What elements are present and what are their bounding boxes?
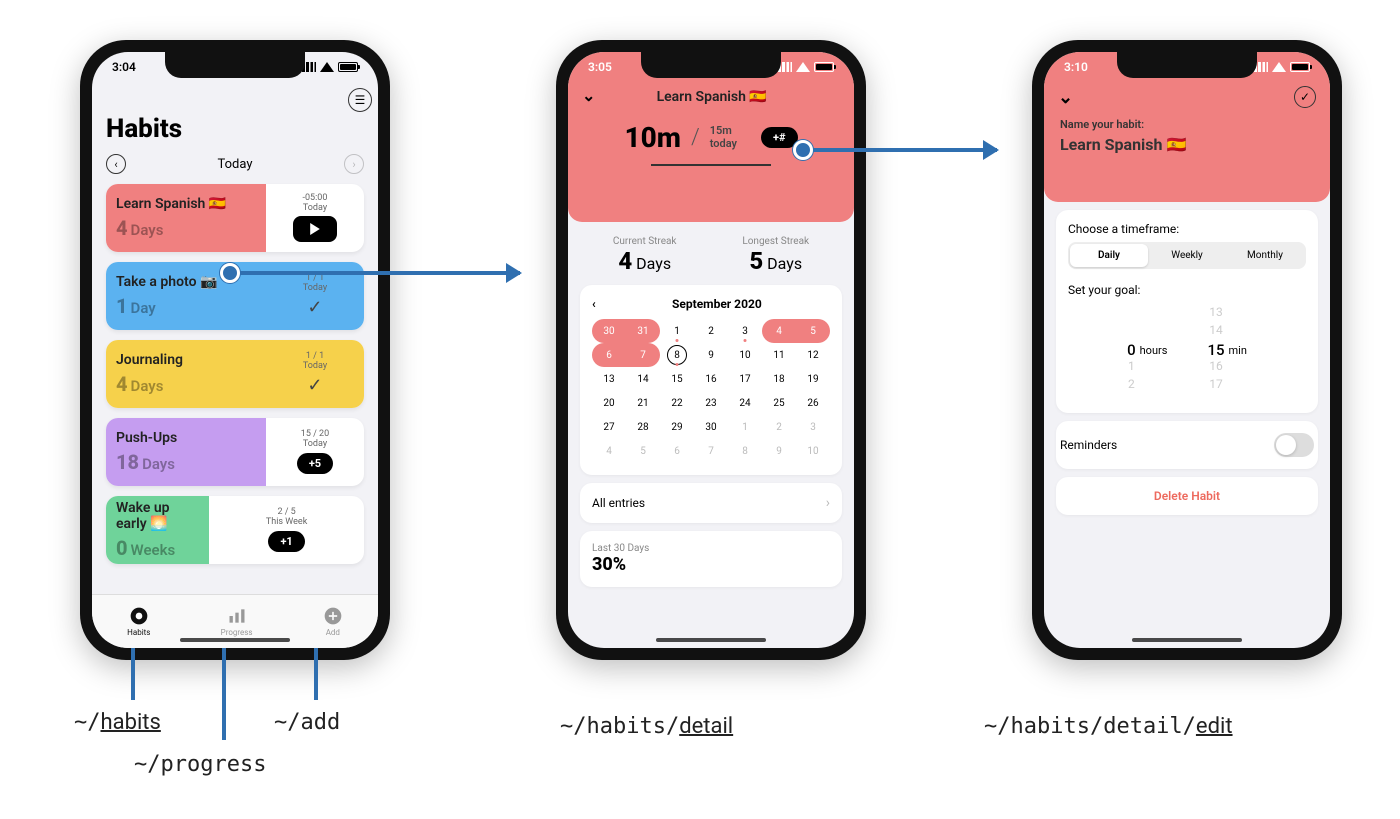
chevron-right-icon: › [826, 495, 830, 511]
phone-detail: 3:05 ⌄ Learn Spanish 🇪🇸 10m / 15mtoday +… [556, 40, 866, 660]
collapse-icon[interactable]: ⌄ [1058, 87, 1073, 108]
route-label: ~/habits/detail/edit [984, 714, 1233, 739]
goal-label: Set your goal: [1068, 283, 1306, 297]
annotation-tick [131, 640, 135, 700]
habit-card[interactable]: Push-Ups18Days 15 / 20Today+5 [106, 418, 364, 486]
route-label: ~/~/habitshabits [74, 710, 161, 735]
habit-card[interactable]: Journaling4Days 1 / 1Today✓ [106, 340, 364, 408]
last30-card: Last 30 Days 30% [580, 531, 842, 587]
phone-habits: 3:04 ☰ Habits ‹ Today › Learn Spanish 🇪🇸… [80, 40, 390, 660]
tab-habits[interactable]: Habits [127, 606, 150, 637]
battery-icon [1290, 62, 1310, 72]
annotation-tick [222, 640, 226, 740]
annotation-arrow [805, 148, 997, 152]
route-label: ~/habits/detail [560, 714, 733, 739]
cal-month: September 2020 [604, 297, 830, 311]
phone-edit: 3:10 ⌄ ✓ Name your habit: Learn Spanish … [1032, 40, 1342, 660]
annotation-tick [314, 640, 318, 700]
check-icon[interactable]: ✓ [307, 297, 322, 318]
habit-card[interactable]: Learn Spanish 🇪🇸 4Days -05:00Today [106, 184, 364, 252]
goal-wheel[interactable]: 012 hours 1314151617 min [1068, 305, 1306, 395]
cal-prev-button[interactable]: ‹ [592, 297, 596, 311]
battery-icon [814, 62, 834, 72]
route-label: ~/add [274, 710, 340, 735]
annotation-dot [220, 263, 240, 283]
reminders-row[interactable]: Reminders [1056, 421, 1318, 469]
tab-progress[interactable]: Progress [221, 606, 253, 637]
annotation-dot [793, 140, 813, 160]
calendar-card: ‹ September 2020 303112345678910111213141… [580, 285, 842, 475]
delete-habit-button[interactable]: Delete Habit [1056, 477, 1318, 515]
play-button[interactable] [293, 216, 337, 242]
home-indicator[interactable] [656, 638, 766, 642]
tab-add[interactable]: Add [323, 606, 343, 637]
calendar-grid[interactable]: 3031123456789101112131415161718192021222… [592, 319, 830, 463]
timeframe-card: Choose a timeframe: Daily Weekly Monthly… [1056, 210, 1318, 413]
next-day-button[interactable]: › [344, 154, 364, 174]
check-icon[interactable]: ✓ [307, 375, 322, 396]
date-label: Today [217, 157, 252, 172]
prev-day-button[interactable]: ‹ [106, 154, 126, 174]
reminders-toggle[interactable] [1274, 433, 1314, 457]
all-entries-button[interactable]: All entries › [580, 483, 842, 523]
status-time: 3:04 [112, 60, 136, 74]
habit-name: Learn Spanish 🇪🇸 [116, 196, 256, 212]
habit-card[interactable]: Wake up early 🌅0Weeks 2 / 5This Week+1 [106, 496, 364, 564]
name-label: Name your habit: [1044, 108, 1330, 135]
time-value: 10m [624, 121, 680, 154]
increment-button[interactable]: +1 [268, 531, 304, 552]
wifi-icon [320, 62, 334, 72]
status-time: 3:10 [1064, 60, 1088, 74]
settings-button[interactable]: ☰ [348, 88, 372, 112]
timeframe-label: Choose a timeframe: [1068, 222, 1306, 236]
habit-title: Learn Spanish 🇪🇸 [657, 89, 767, 105]
notch [1117, 52, 1257, 78]
status-time: 3:05 [588, 60, 612, 74]
notch [165, 52, 305, 78]
increment-button[interactable]: +5 [297, 453, 333, 474]
battery-icon [338, 62, 358, 72]
home-indicator[interactable] [1132, 638, 1242, 642]
wifi-icon [1272, 62, 1286, 72]
confirm-button[interactable]: ✓ [1294, 86, 1316, 108]
habit-name-field[interactable]: Learn Spanish 🇪🇸 [1044, 135, 1330, 154]
page-title: Habits [106, 114, 364, 144]
add-quantity-button[interactable]: +# [761, 127, 798, 148]
collapse-icon[interactable]: ⌄ [582, 86, 595, 105]
notch [641, 52, 781, 78]
route-label: ~/progress [134, 752, 266, 777]
home-indicator[interactable] [180, 638, 290, 642]
wifi-icon [796, 62, 810, 72]
annotation-arrow [232, 271, 520, 275]
timeframe-segment[interactable]: Daily Weekly Monthly [1068, 242, 1306, 269]
